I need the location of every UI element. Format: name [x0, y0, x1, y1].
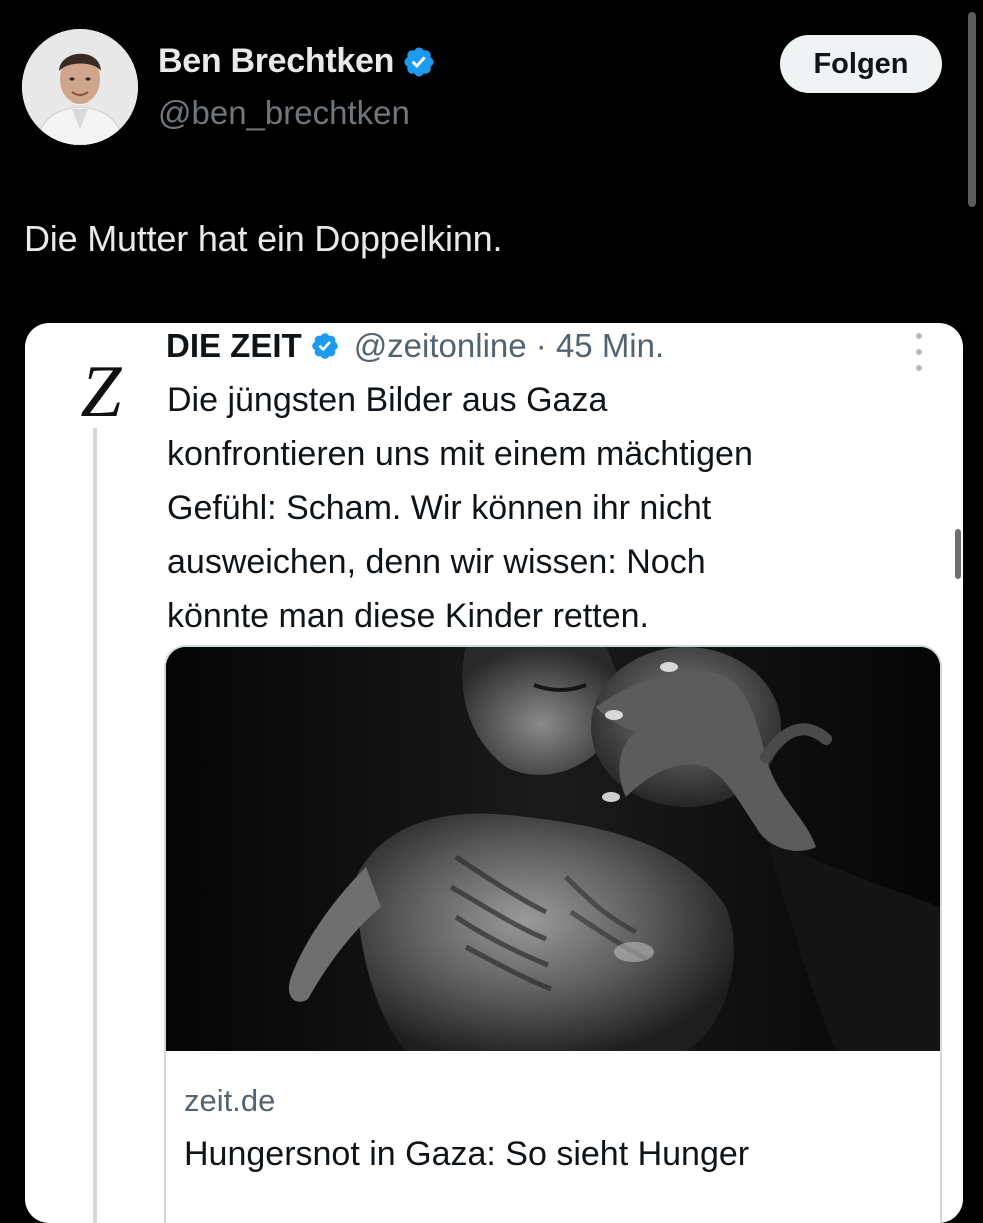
author-avatar[interactable] [22, 29, 138, 145]
article-photo[interactable] [166, 647, 940, 1051]
tweet-text: Die Mutter hat ein Doppelkinn. [24, 218, 503, 259]
quoted-author-name[interactable]: DIE ZEIT [166, 327, 302, 365]
inner-scrollbar[interactable] [955, 529, 961, 579]
quoted-tweet-header: DIE ZEIT @zeitonline · 45 Min. [166, 327, 664, 365]
more-vertical-icon[interactable] [905, 333, 933, 371]
quoted-tweet-text: Die jüngsten Bilder aus Gaza konfrontier… [167, 373, 927, 643]
author-name[interactable]: Ben Brechtken [158, 42, 394, 81]
quoted-text-line: könnte man diese Kinder retten. [167, 597, 649, 635]
quoted-text-line: konfrontieren uns mit einem mächtigen [167, 435, 753, 473]
quoted-text-line: ausweichen, denn wir wissen: Noch [167, 543, 706, 581]
page-scrollbar[interactable] [968, 12, 976, 207]
author-handle[interactable]: @ben_brechtken [158, 94, 410, 132]
quoted-tweet-card[interactable]: Z DIE ZEIT @zeitonline · 45 Min. Die jün… [25, 323, 963, 1223]
person-avatar-icon [22, 29, 138, 145]
thread-line [93, 428, 97, 1223]
verified-badge-icon [404, 46, 434, 77]
zeit-logo[interactable]: Z [73, 353, 129, 431]
photo-image [166, 647, 940, 1051]
link-preview-card[interactable]: zeit.de Hungersnot in Gaza: So sieht Hun… [164, 645, 942, 1223]
link-domain[interactable]: zeit.de [184, 1083, 275, 1119]
quoted-text-line: Die jüngsten Bilder aus Gaza [167, 381, 608, 419]
tweet-header: Ben Brechtken @ben_brechtken Folgen [0, 0, 983, 207]
author-name-row: Ben Brechtken [158, 42, 436, 81]
verified-badge-icon [311, 333, 338, 359]
link-title[interactable]: Hungersnot in Gaza: So sieht Hunger [184, 1135, 749, 1174]
quoted-handle-and-time[interactable]: @zeitonline · 45 Min. [354, 327, 664, 365]
follow-button[interactable]: Folgen [780, 35, 942, 93]
quoted-text-line: Gefühl: Scham. Wir können ihr nicht [167, 489, 712, 527]
